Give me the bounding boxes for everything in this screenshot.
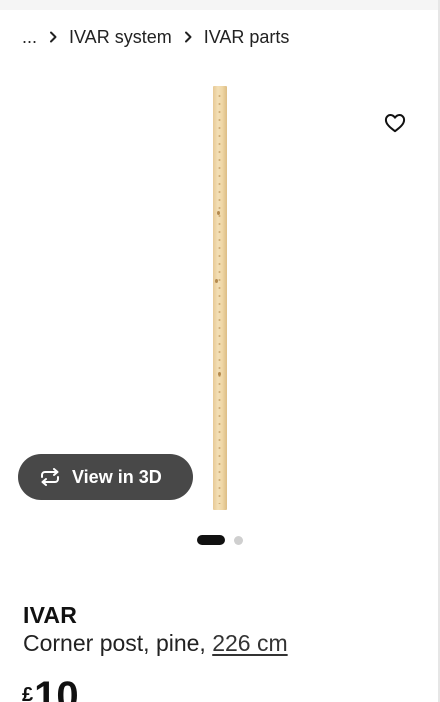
chevron-right-icon xyxy=(182,31,194,43)
carousel-indicator xyxy=(197,535,243,545)
favorite-button[interactable] xyxy=(380,108,410,138)
product-image xyxy=(213,86,227,510)
chevron-right-icon xyxy=(47,31,59,43)
product-description-text: Corner post, pine, xyxy=(23,630,206,656)
carousel-dot-active[interactable] xyxy=(197,535,225,545)
breadcrumb-ivar-parts[interactable]: IVAR parts xyxy=(204,27,290,48)
carousel-dot[interactable] xyxy=(234,535,243,545)
rotate-3d-icon xyxy=(41,468,59,486)
breadcrumb-ivar-system[interactable]: IVAR system xyxy=(69,27,172,48)
view-in-3d-button[interactable]: View in 3D xyxy=(18,454,193,500)
wood-knot xyxy=(218,372,221,376)
price-value: 10 xyxy=(34,674,79,702)
wood-knot xyxy=(217,211,220,215)
breadcrumb: ... IVAR system IVAR parts xyxy=(22,24,289,50)
product-description: Corner post, pine, 226 cm xyxy=(23,630,288,657)
product-image-gallery[interactable] xyxy=(0,60,440,520)
product-name: IVAR xyxy=(23,602,78,628)
top-strip xyxy=(0,0,440,10)
heart-icon xyxy=(384,114,406,133)
wood-knot xyxy=(215,279,218,283)
product-page: ... IVAR system IVAR parts View in 3D IV… xyxy=(0,0,440,702)
price-currency: £ xyxy=(22,684,34,702)
product-price: £ 10 xyxy=(22,676,79,702)
view-in-3d-label: View in 3D xyxy=(72,466,162,487)
product-size-link[interactable]: 226 cm xyxy=(212,630,287,656)
post-hole-pattern xyxy=(218,92,221,504)
breadcrumb-ellipsis[interactable]: ... xyxy=(22,27,37,48)
